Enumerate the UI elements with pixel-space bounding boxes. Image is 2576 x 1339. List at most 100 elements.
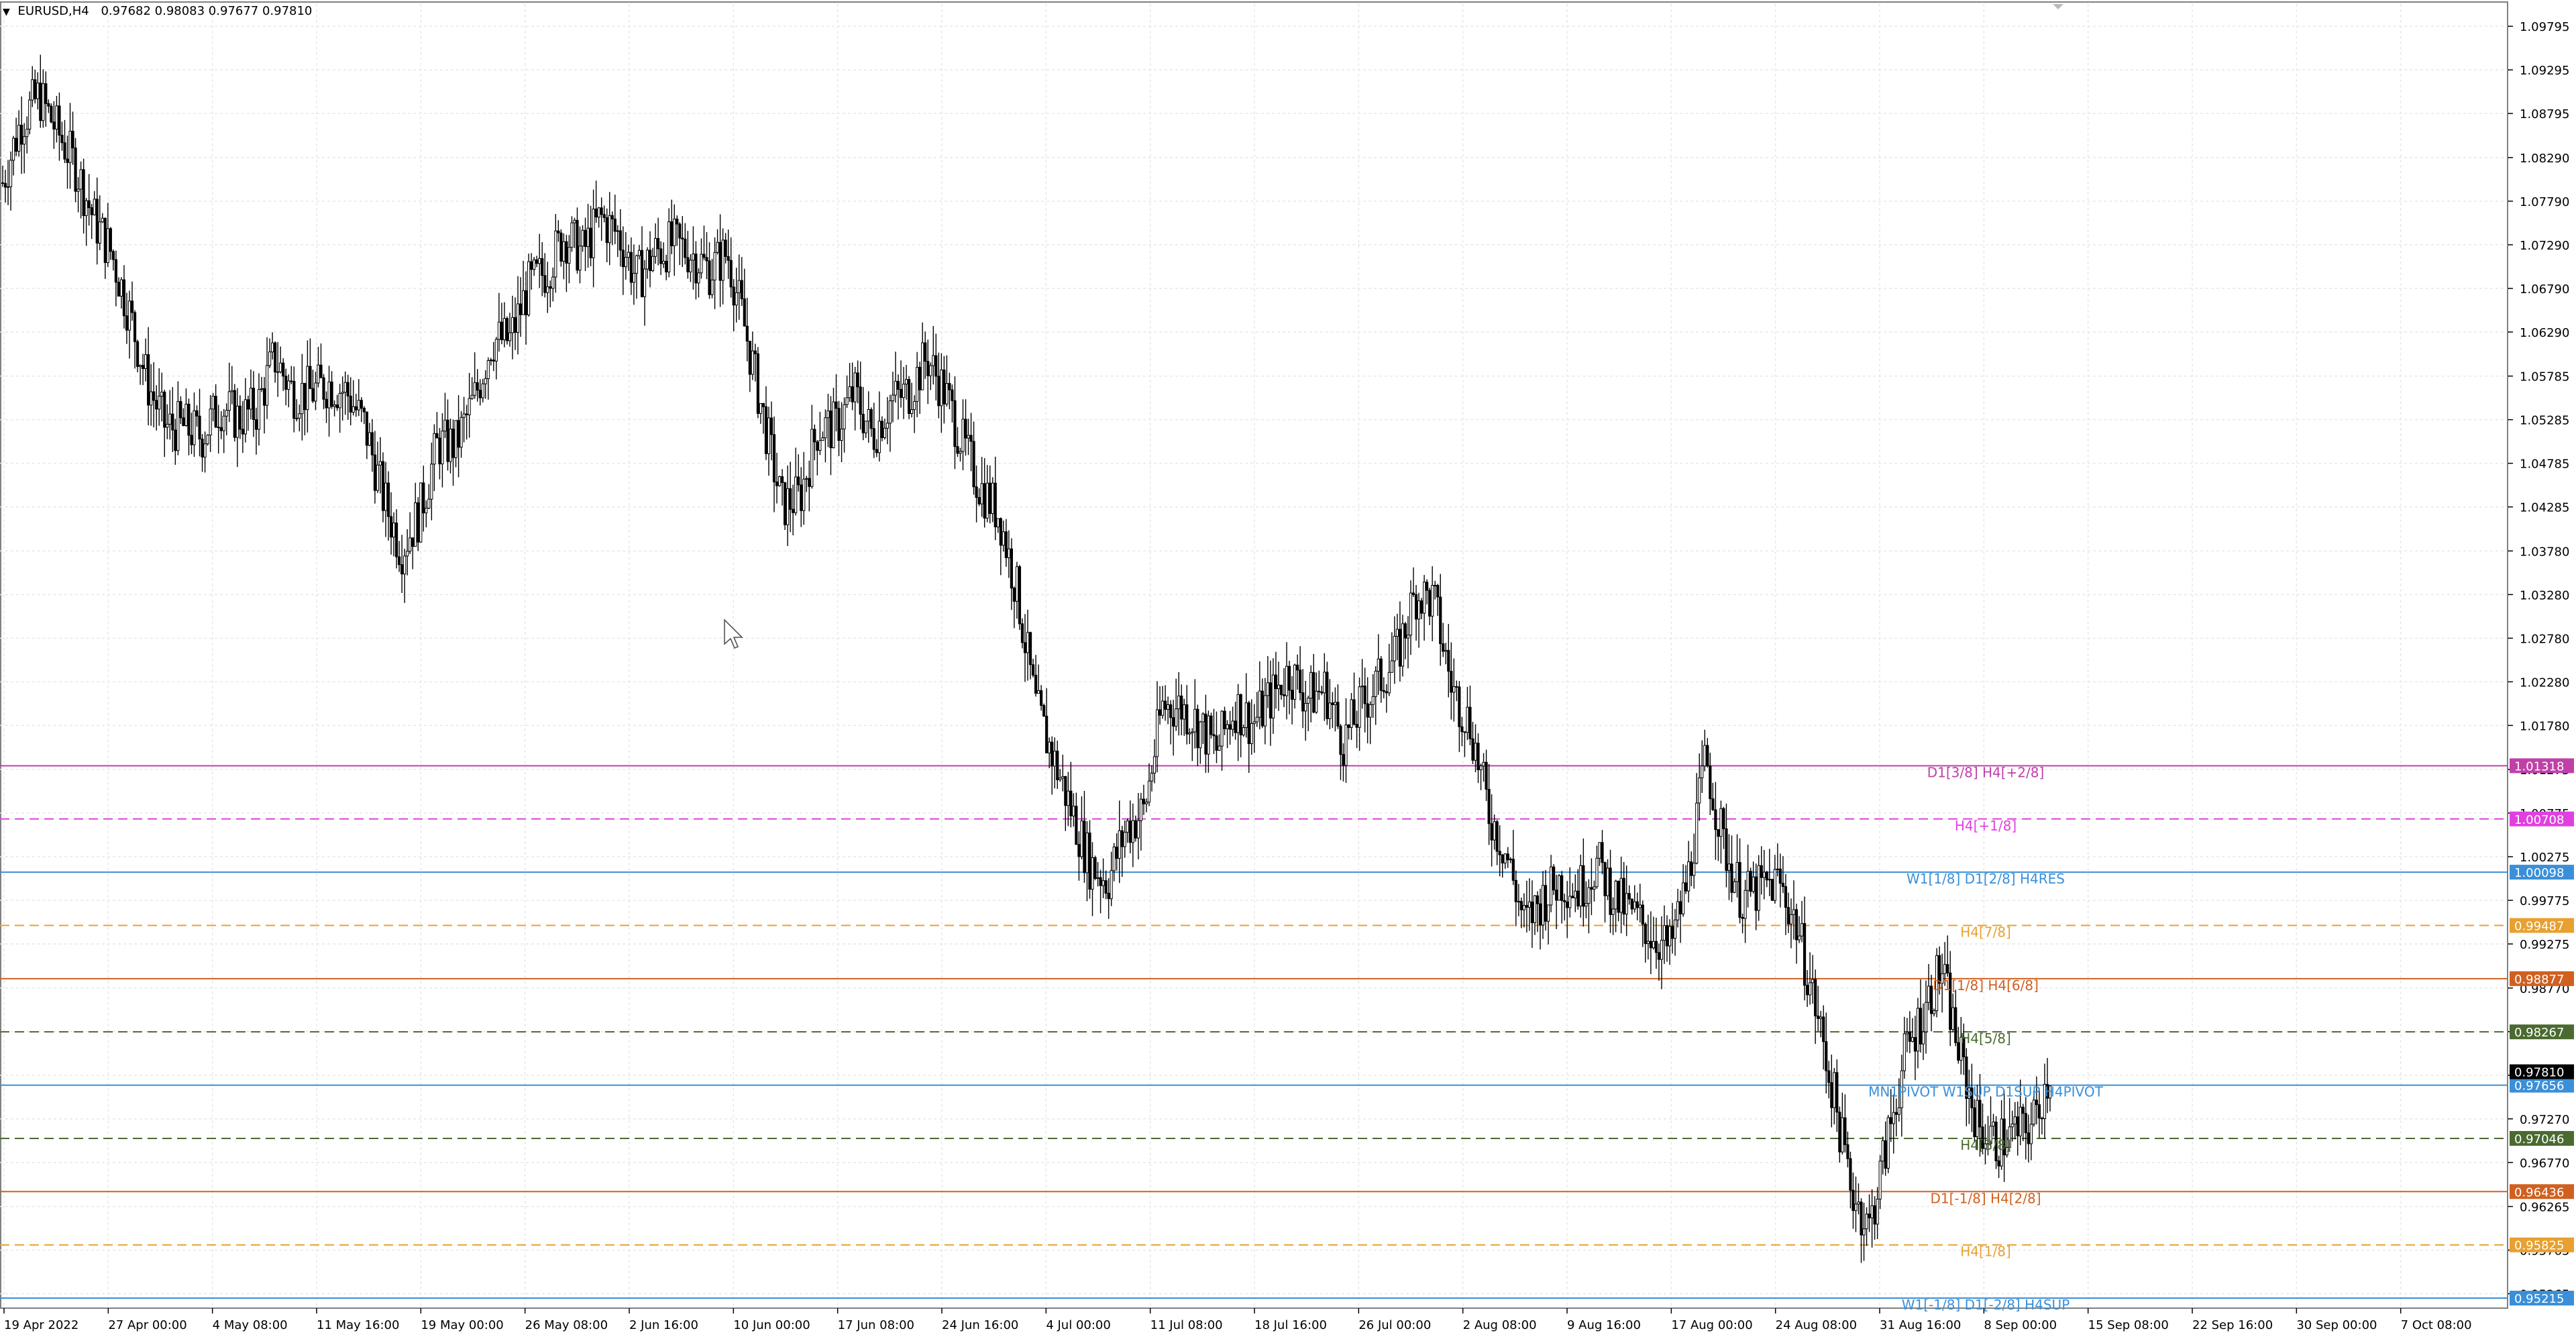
price-tick-label: 1.01780 [2520,719,2569,733]
candle-body [818,440,822,451]
candle-body [1709,765,1712,800]
candle-body [1690,861,1693,876]
candle-body [1177,695,1181,710]
time-tick-label: 17 Jun 08:00 [838,1318,914,1332]
candle-body [1566,901,1569,908]
candle-body [1299,670,1302,694]
candle-body [82,169,85,216]
level-label: H4[7/8] [1960,924,2011,941]
candle-body [1717,829,1720,837]
candle-body [1552,866,1556,891]
candle-body [637,250,641,256]
candle-body [244,399,247,435]
candle-body [1800,923,1804,936]
candle-body [1897,1107,1900,1115]
candle-body [1849,1158,1852,1191]
candle-body [462,413,466,418]
candle-body [821,437,824,441]
chart-window[interactable]: D1[3/8] H4[+2/8] H4[+1/8] W1[1/8] D1[2/8] … [0,0,2576,1339]
price-tick-label: 1.06790 [2520,282,2569,297]
ohlc-values: 0.97682 0.98083 0.97677 0.97810 [101,4,313,18]
candle-body [114,259,117,283]
candle-body [274,342,277,373]
candle-body [1210,715,1213,735]
candle-body [592,209,595,258]
dropdown-caret-icon[interactable]: ▼ [3,7,10,17]
candle-body [533,259,536,270]
candle-body [1228,724,1232,730]
candle-body [586,227,590,248]
price-tag-label: 0.97046 [2514,1132,2564,1146]
candle-body [1142,798,1146,804]
candle-body [74,148,77,192]
candle-body [1957,1042,1960,1061]
candle-body [999,518,1002,546]
candle-body [301,382,304,415]
candle-body [1201,713,1205,722]
candle-body [1617,880,1620,913]
candle-body [1374,670,1377,697]
candle-body [235,405,239,438]
candle-body [1892,1112,1895,1124]
candle-body [246,399,250,410]
price-tag-label: 0.95215 [2514,1292,2564,1306]
candle-body [1277,684,1281,690]
candle-body [667,221,671,272]
candle-body [1358,686,1361,728]
price-tick-label: 1.03280 [2520,588,2569,602]
candle-body [513,317,517,333]
candle-body [924,342,927,362]
price-chart[interactable]: D1[3/8] H4[+2/8] H4[+1/8] W1[1/8] D1[2/8] … [0,0,2576,1339]
candle-body [1878,1161,1882,1199]
level-label: H4[+1/8] [1955,818,2017,834]
candle-body [470,394,474,399]
candle-body [1668,926,1672,947]
candle-body [1051,741,1054,767]
time-axis: 19 Apr 2022 27 Apr 00:00 4 May 08:00 11 May… [3,1308,2472,1332]
candle-body [1385,691,1388,694]
candle-body [1854,1203,1858,1212]
candle-body [125,315,129,331]
candle-body [748,341,751,375]
candle-body [891,394,895,402]
candle-body [1126,820,1129,833]
candle-body [103,217,107,263]
candle-body [541,258,544,276]
candle-body [55,105,58,129]
candle-body [1862,1228,1866,1236]
candle-body [1318,690,1321,692]
candle-body [1749,871,1752,892]
candle-body [505,318,509,341]
candle-body [211,396,215,410]
candle-body [1646,941,1650,945]
candle-body [384,482,388,511]
candle-body [187,403,191,436]
candle-body [20,125,23,145]
candle-body [333,404,336,407]
candle-body [1075,806,1078,845]
price-tick-label: 1.04285 [2520,501,2569,515]
price-tick-label: 0.99775 [2520,894,2569,908]
candle-body [1091,857,1094,890]
mouse-pointer-icon [724,619,743,649]
candle-body [1673,919,1677,939]
candle-body [554,230,557,278]
candle-body [1158,709,1162,716]
price-tick-label: 1.05285 [2520,414,2569,428]
price-tick-label: 1.00275 [2520,851,2569,865]
candle-body [1010,548,1013,589]
candle-body [309,366,312,389]
candle-body [2016,1116,2019,1136]
candle-body [1015,566,1019,602]
candle-body [17,125,21,152]
time-tick-label: 30 Sep 00:00 [2296,1318,2377,1332]
candle-body [1296,664,1299,671]
candle-body [845,397,849,405]
candle-body [1536,895,1540,904]
price-axis: 1.09795 1.09295 1.08795 1.08290 1.07790 1.072… [2053,4,2574,1306]
level-label: W1[-1/8] D1[-2/8] H4SUP [1902,1297,2070,1313]
candle-body [732,286,735,306]
candle-body [1144,802,1148,804]
candle-body [1954,1007,1957,1043]
candle-body [678,223,682,239]
